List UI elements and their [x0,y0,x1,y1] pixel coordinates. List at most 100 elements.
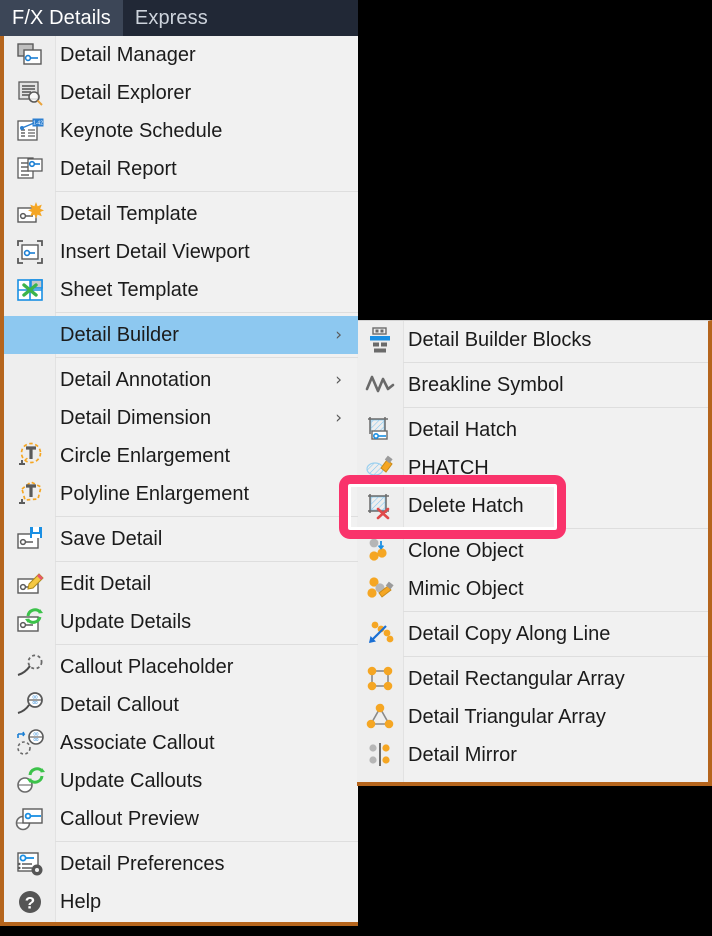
submenu-item-label: Detail Mirror [408,744,517,766]
submenu-item-label: Delete Hatch [408,495,524,517]
detail-template-icon [4,195,55,233]
menu-item-save-detail[interactable]: Save Detail [4,520,358,558]
submenu-item-phatch[interactable]: PHATCH [357,449,708,487]
submenu-item-detail-builder-blocks[interactable]: Detail Builder Blocks [357,321,708,359]
menu-item-label: Update Details [60,611,192,633]
menu-item-detail-callout[interactable]: 00 00 Detail Callout [4,686,358,724]
delete-hatch-icon [357,487,403,525]
detail-preferences-icon [4,845,55,883]
menu-item-label: Detail Annotation [60,369,212,391]
submenu-separator [403,611,708,612]
menu-separator [55,191,358,192]
menu-item-sheet-template[interactable]: Sheet Template [4,271,358,309]
chevron-right-icon: › [335,370,342,390]
svg-text:00: 00 [32,700,38,705]
submenu-item-clone-object[interactable]: Clone Object [357,532,708,570]
menu-item-detail-annotation[interactable]: Detail Annotation › [4,361,358,399]
associate-callout-icon: 00 00 [4,724,55,762]
menu-item-label: Callout Placeholder [60,656,234,678]
menu-item-label: Detail Manager [60,44,196,66]
callout-preview-icon [4,800,55,838]
menu-item-detail-template[interactable]: Detail Template [4,195,358,233]
svg-text:?: ? [24,894,34,913]
submenu-item-label: Detail Hatch [408,419,517,441]
submenu-separator [403,407,708,408]
svg-text:00: 00 [33,732,38,737]
fx-details-dropdown-menu: Detail Manager Detail Explorer 1-42 Keyn… [0,36,358,926]
menu-item-detail-dimension[interactable]: Detail Dimension › [4,399,358,437]
menu-item-label: Edit Detail [60,573,152,595]
menu-item-label: Save Detail [60,528,163,550]
submenu-item-label: Detail Builder Blocks [408,329,592,351]
menu-bar: F/X Details Express [0,0,358,36]
submenu-item-label: Mimic Object [408,578,524,600]
submenu-item-mimic-object[interactable]: Mimic Object [357,570,708,608]
menu-item-polyline-enlargement[interactable]: Polyline Enlargement [4,475,358,513]
menu-item-callout-preview[interactable]: Callout Preview [4,800,358,838]
detail-builder-icon [4,316,55,354]
detail-report-icon [4,150,55,188]
submenu-separator [403,362,708,363]
detail-builder-blocks-icon [357,321,403,359]
menu-item-keynote-schedule[interactable]: 1-42 Keynote Schedule [4,112,358,150]
menu-item-detail-manager[interactable]: Detail Manager [4,36,358,74]
menu-item-detail-report[interactable]: Detail Report [4,150,358,188]
menu-item-update-details[interactable]: Update Details [4,603,358,641]
detail-triangular-array-icon [357,698,403,736]
menubar-item-label: Express [134,6,208,29]
menu-item-detail-explorer[interactable]: Detail Explorer [4,74,358,112]
submenu-separator [403,528,708,529]
detail-explorer-icon [4,74,55,112]
submenu-item-detail-mirror[interactable]: Detail Mirror [357,736,708,774]
menu-item-detail-builder[interactable]: Detail Builder › [4,316,358,354]
submenu-item-breakline-symbol[interactable]: Breakline Symbol [357,366,708,404]
menu-item-help[interactable]: ? Help [4,883,358,921]
menu-item-label: Keynote Schedule [60,120,223,142]
detail-copy-along-line-icon [357,615,403,653]
menubar-item-express[interactable]: Express [123,0,220,36]
menu-item-label: Polyline Enlargement [60,483,249,505]
menu-item-label: Detail Report [60,158,177,180]
app-window: F/X Details Express Detail Manager Detai… [0,0,712,936]
menu-item-label: Sheet Template [60,279,199,301]
submenu-item-label: Breakline Symbol [408,374,564,396]
menu-separator [55,841,358,842]
detail-annotation-icon [4,361,55,399]
menu-item-update-callouts[interactable]: Update Callouts [4,762,358,800]
menubar-item-label: F/X Details [12,6,111,29]
submenu-item-delete-hatch[interactable]: Delete Hatch [357,487,708,525]
menu-item-associate-callout[interactable]: 00 00 Associate Callout [4,724,358,762]
menu-item-insert-detail-viewport[interactable]: Insert Detail Viewport [4,233,358,271]
edit-detail-icon [4,565,55,603]
menu-item-edit-detail[interactable]: Edit Detail [4,565,358,603]
menu-item-callout-placeholder[interactable]: Callout Placeholder [4,648,358,686]
clone-object-icon [357,532,403,570]
submenu-item-detail-copy-along-line[interactable]: Detail Copy Along Line [357,615,708,653]
menu-item-label: Detail Template [60,203,198,225]
chevron-right-icon: › [335,325,342,345]
sheet-template-icon [4,271,55,309]
submenu-item-detail-hatch[interactable]: Detail Hatch [357,411,708,449]
menu-item-circle-enlargement[interactable]: Circle Enlargement [4,437,358,475]
detail-hatch-icon [357,411,403,449]
menu-separator [55,357,358,358]
menu-item-label: Insert Detail Viewport [60,241,250,263]
svg-text:00: 00 [32,694,38,699]
callout-placeholder-icon [4,648,55,686]
submenu-item-detail-triangular-array[interactable]: Detail Triangular Array [357,698,708,736]
menubar-item-fx-details[interactable]: F/X Details [0,0,123,36]
detail-mirror-icon [357,736,403,774]
insert-detail-viewport-icon [4,233,55,271]
menu-separator [55,644,358,645]
menu-item-label: Detail Dimension [60,407,212,429]
menu-item-detail-preferences[interactable]: Detail Preferences [4,845,358,883]
submenu-item-detail-rectangular-array[interactable]: Detail Rectangular Array [357,660,708,698]
submenu-item-label: Detail Triangular Array [408,706,606,728]
update-details-icon [4,603,55,641]
update-callouts-icon [4,762,55,800]
detail-rectangular-array-icon [357,660,403,698]
submenu-item-label: PHATCH [408,457,489,479]
menu-item-label: Detail Builder [60,324,179,346]
menu-item-label: Update Callouts [60,770,203,792]
detail-manager-icon [4,36,55,74]
